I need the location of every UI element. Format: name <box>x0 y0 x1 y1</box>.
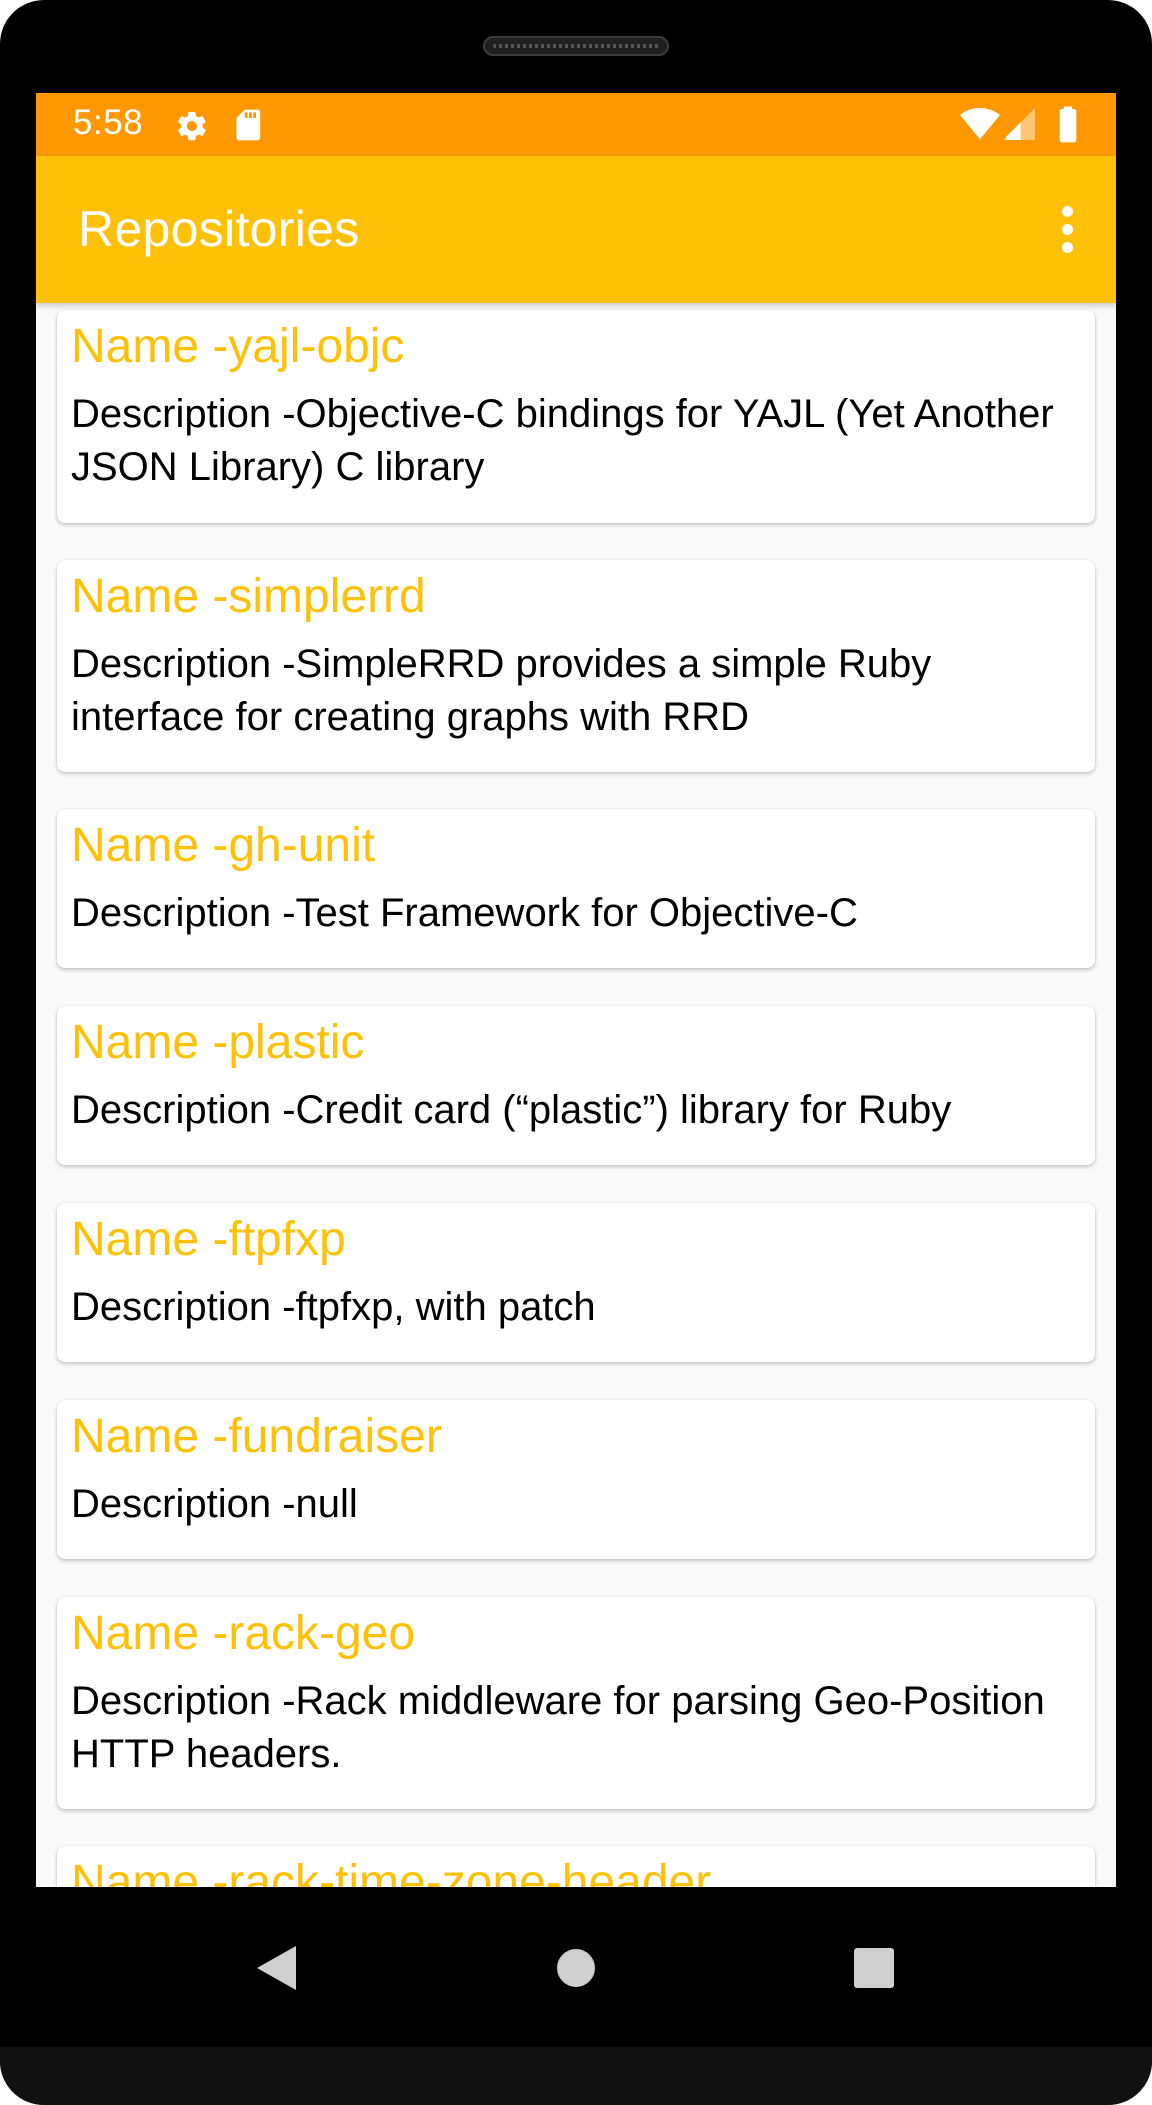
page-title: Repositories <box>78 201 360 257</box>
repo-name: Name -plastic <box>71 1016 365 1069</box>
repo-name: Name -rack-geo <box>71 1607 416 1660</box>
cell-signal-icon <box>1003 108 1035 145</box>
status-bar: 5:58 <box>36 93 1116 156</box>
repo-description: Description -Objective-C bindings for YA… <box>71 392 1054 489</box>
repo-card-simplerrd[interactable]: Name -simplerrd Description -SimpleRRD p… <box>57 560 1095 772</box>
settings-gear-icon <box>175 109 209 148</box>
recents-square-icon[interactable] <box>838 1932 910 2004</box>
earpiece-speaker <box>483 36 669 56</box>
phone-frame: 5:58 Repositories Name -yajl-objc Descri… <box>0 0 1152 2105</box>
repo-description: Description -null <box>71 1482 358 1526</box>
repo-description: Description -Test Framework for Objectiv… <box>71 891 858 935</box>
battery-icon <box>1058 105 1078 148</box>
screen: 5:58 Repositories Name -yajl-objc Descri… <box>36 93 1116 1887</box>
repo-description: Description -ftpfxp, with patch <box>71 1285 596 1329</box>
repo-name: Name -rack-time-zone-header <box>71 1856 712 1887</box>
repo-card-plastic[interactable]: Name -plastic Description -Credit card (… <box>57 1006 1095 1165</box>
repo-name: Name -yajl-objc <box>71 320 405 373</box>
repo-card-rack-time-zone-header[interactable]: Name -rack-time-zone-header <box>57 1846 1095 1887</box>
repo-name: Name -fundraiser <box>71 1410 442 1463</box>
repo-description: Description -Rack middleware for parsing… <box>71 1679 1045 1776</box>
repo-card-yajl-objc[interactable]: Name -yajl-objc Description -Objective-C… <box>57 310 1095 523</box>
repo-name: Name -gh-unit <box>71 819 376 872</box>
app-toolbar: Repositories <box>36 156 1116 303</box>
repo-card-gh-unit[interactable]: Name -gh-unit Description -Test Framewor… <box>57 809 1095 968</box>
home-circle-icon[interactable] <box>540 1932 612 2004</box>
repo-description: Description -SimpleRRD provides a simple… <box>71 642 932 739</box>
repo-description: Description -Credit card (“plastic”) lib… <box>71 1088 952 1132</box>
repository-list[interactable]: Name -yajl-objc Description -Objective-C… <box>36 303 1116 1887</box>
back-triangle-icon[interactable] <box>239 1932 311 2004</box>
repo-name: Name -ftpfxp <box>71 1213 346 1266</box>
wifi-icon <box>959 108 1001 145</box>
phone-chin <box>0 2047 1152 2105</box>
repo-name: Name -simplerrd <box>71 570 426 623</box>
navigation-bar <box>0 1887 1152 2047</box>
status-time: 5:58 <box>73 103 144 142</box>
more-vert-icon[interactable] <box>1056 200 1080 260</box>
repo-card-fundraiser[interactable]: Name -fundraiser Description -null <box>57 1400 1095 1559</box>
repo-card-ftpfxp[interactable]: Name -ftpfxp Description -ftpfxp, with p… <box>57 1203 1095 1362</box>
repo-card-rack-geo[interactable]: Name -rack-geo Description -Rack middlew… <box>57 1597 1095 1809</box>
sd-card-icon <box>235 108 263 147</box>
